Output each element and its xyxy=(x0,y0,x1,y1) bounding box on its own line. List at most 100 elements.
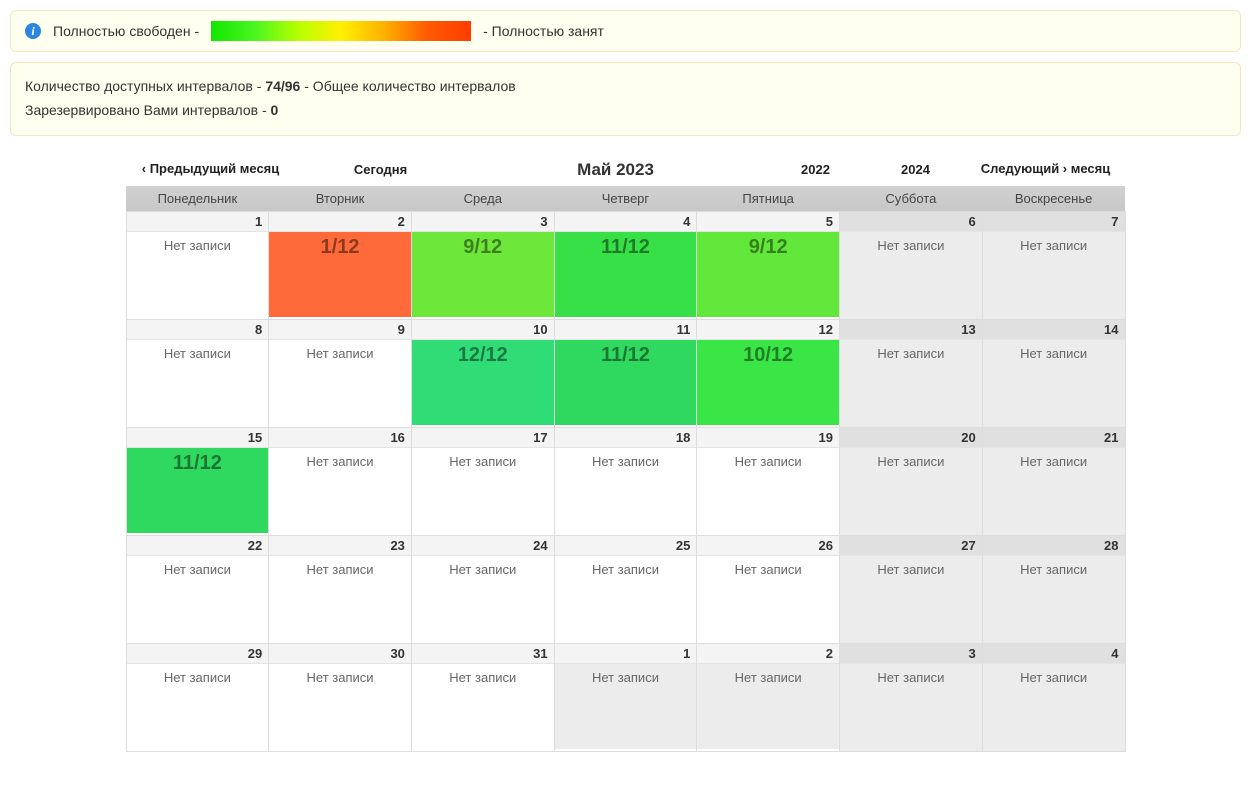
day-number: 31 xyxy=(412,644,554,664)
no-record-label: Нет записи xyxy=(164,562,231,577)
calendar-cell[interactable]: 411/12 xyxy=(554,211,697,319)
day-number: 9 xyxy=(269,320,411,340)
calendar-cell[interactable]: 1511/12 xyxy=(126,427,269,535)
calendar-grid: ПонедельникВторникСредаЧетвергПятницаСуб… xyxy=(126,186,1126,752)
availability-slot[interactable]: 11/12 xyxy=(127,448,269,533)
calendar-cell: 14Нет записи xyxy=(982,319,1125,427)
weekday-header: Четверг xyxy=(554,186,697,212)
day-number: 15 xyxy=(127,428,269,448)
availability-slot[interactable]: 12/12 xyxy=(412,340,554,425)
calendar-cell: 13 Нет записи xyxy=(840,319,983,427)
day-number: 12 xyxy=(697,320,839,340)
calendar-cell: 2Нет записи xyxy=(697,643,840,751)
day-number: 23 xyxy=(269,536,411,556)
day-number: 3 xyxy=(412,212,554,232)
weekday-header: Пятница xyxy=(697,186,840,212)
availability-slot[interactable]: 1/12 xyxy=(269,232,411,317)
day-number: 11 xyxy=(555,320,697,340)
day-number: 1 xyxy=(127,212,269,232)
calendar-cell: 7Нет записи xyxy=(982,211,1125,319)
calendar-cell[interactable]: 1111/12 xyxy=(554,319,697,427)
day-number: 24 xyxy=(412,536,554,556)
calendar-cell: 25 Нет записи xyxy=(554,535,697,643)
no-record-label: Нет записи xyxy=(1020,454,1087,469)
day-number: 29 xyxy=(127,644,269,664)
availability-slot[interactable]: 10/12 xyxy=(697,340,839,425)
calendar-cell[interactable]: 59/12 xyxy=(697,211,840,319)
day-number: 14 xyxy=(983,320,1125,340)
nav-today[interactable]: Сегодня xyxy=(296,162,466,177)
availability-gradient xyxy=(211,21,471,41)
calendar-cell: 17Нет записи xyxy=(411,427,554,535)
calendar-cell: 6Нет записи xyxy=(840,211,983,319)
day-number: 5 xyxy=(697,212,839,232)
day-number: 28 xyxy=(983,536,1125,556)
stats-box: Количество доступных интервалов - 74/96 … xyxy=(10,62,1241,136)
no-record-label: Нет записи xyxy=(307,346,374,361)
stats-available-label: Количество доступных интервалов - xyxy=(25,78,261,94)
availability-slot[interactable]: 11/12 xyxy=(555,232,697,317)
calendar-cell[interactable]: 1012/12 xyxy=(411,319,554,427)
day-number: 2 xyxy=(269,212,411,232)
calendar-cell: 8Нет записи xyxy=(126,319,269,427)
stats-reserved-label: Зарезервировано Вами интервалов - xyxy=(25,102,267,118)
no-record-label: Нет записи xyxy=(164,238,231,253)
availability-slot[interactable]: 9/12 xyxy=(412,232,554,317)
day-number: 20 xyxy=(840,428,982,448)
no-record-label: Нет записи xyxy=(592,562,659,577)
availability-slot[interactable]: 9/12 xyxy=(697,232,839,317)
no-record-label: Нет записи xyxy=(307,562,374,577)
nav-prev-month[interactable]: ‹ Предыдущий месяц xyxy=(126,161,296,178)
no-record-label: Нет записи xyxy=(877,346,944,361)
calendar-cell: 31 Нет записи xyxy=(411,643,554,751)
day-number: 4 xyxy=(983,644,1125,664)
no-record-label: Нет записи xyxy=(877,670,944,685)
no-record-label: Нет записи xyxy=(307,670,374,685)
weekday-header: Воскресенье xyxy=(982,186,1125,212)
calendar-cell: 21Нет записи xyxy=(982,427,1125,535)
no-record-label: Нет записи xyxy=(877,454,944,469)
info-icon: i xyxy=(25,23,41,39)
no-record-label: Нет записи xyxy=(1020,670,1087,685)
calendar-title: Май 2023 xyxy=(466,160,766,180)
calendar-cell: 4 Нет записи xyxy=(982,643,1125,751)
no-record-label: Нет записи xyxy=(449,670,516,685)
no-record-label: Нет записи xyxy=(735,454,802,469)
stats-reserved-value: 0 xyxy=(271,102,279,118)
calendar-cell: 16Нет записи xyxy=(269,427,412,535)
day-number: 22 xyxy=(127,536,269,556)
day-number: 2 xyxy=(697,644,839,664)
availability-slot[interactable]: 11/12 xyxy=(555,340,697,425)
no-record-label: Нет записи xyxy=(164,670,231,685)
legend-busy-label: - Полностью занят xyxy=(483,23,604,39)
calendar-cell: 1 Нет записи xyxy=(554,643,697,751)
nav-next-year[interactable]: 2024 xyxy=(866,162,966,177)
calendar-cell: 28 Нет записи xyxy=(982,535,1125,643)
no-record-label: Нет записи xyxy=(877,562,944,577)
calendar-cell[interactable]: 21/12 xyxy=(269,211,412,319)
day-number: 10 xyxy=(412,320,554,340)
nav-next-month[interactable]: Следующий › месяц xyxy=(966,161,1126,178)
nav-prev-year[interactable]: 2022 xyxy=(766,162,866,177)
day-number: 1 xyxy=(555,644,697,664)
day-number: 30 xyxy=(269,644,411,664)
day-number: 13 xyxy=(840,320,982,340)
stats-available-value: 74/96 xyxy=(265,78,300,94)
no-record-label: Нет записи xyxy=(1020,562,1087,577)
weekday-header: Суббота xyxy=(840,186,983,212)
day-number: 8 xyxy=(127,320,269,340)
calendar-cell[interactable]: 1210/12 xyxy=(697,319,840,427)
calendar-cell: 29 Нет записи xyxy=(126,643,269,751)
calendar-cell: 30 Нет записи xyxy=(269,643,412,751)
weekday-header: Вторник xyxy=(269,186,412,212)
stats-total-label: - Общее количество интервалов xyxy=(304,78,515,94)
calendar-cell: 22 Нет записи xyxy=(126,535,269,643)
legend-box: i Полностью свободен - - Полностью занят xyxy=(10,10,1241,52)
day-number: 16 xyxy=(269,428,411,448)
calendar-cell[interactable]: 39/12 xyxy=(411,211,554,319)
no-record-label: Нет записи xyxy=(449,454,516,469)
no-record-label: Нет записи xyxy=(1020,238,1087,253)
day-number: 25 xyxy=(555,536,697,556)
calendar-cell: 9 Нет записи xyxy=(269,319,412,427)
no-record-label: Нет записи xyxy=(592,670,659,685)
